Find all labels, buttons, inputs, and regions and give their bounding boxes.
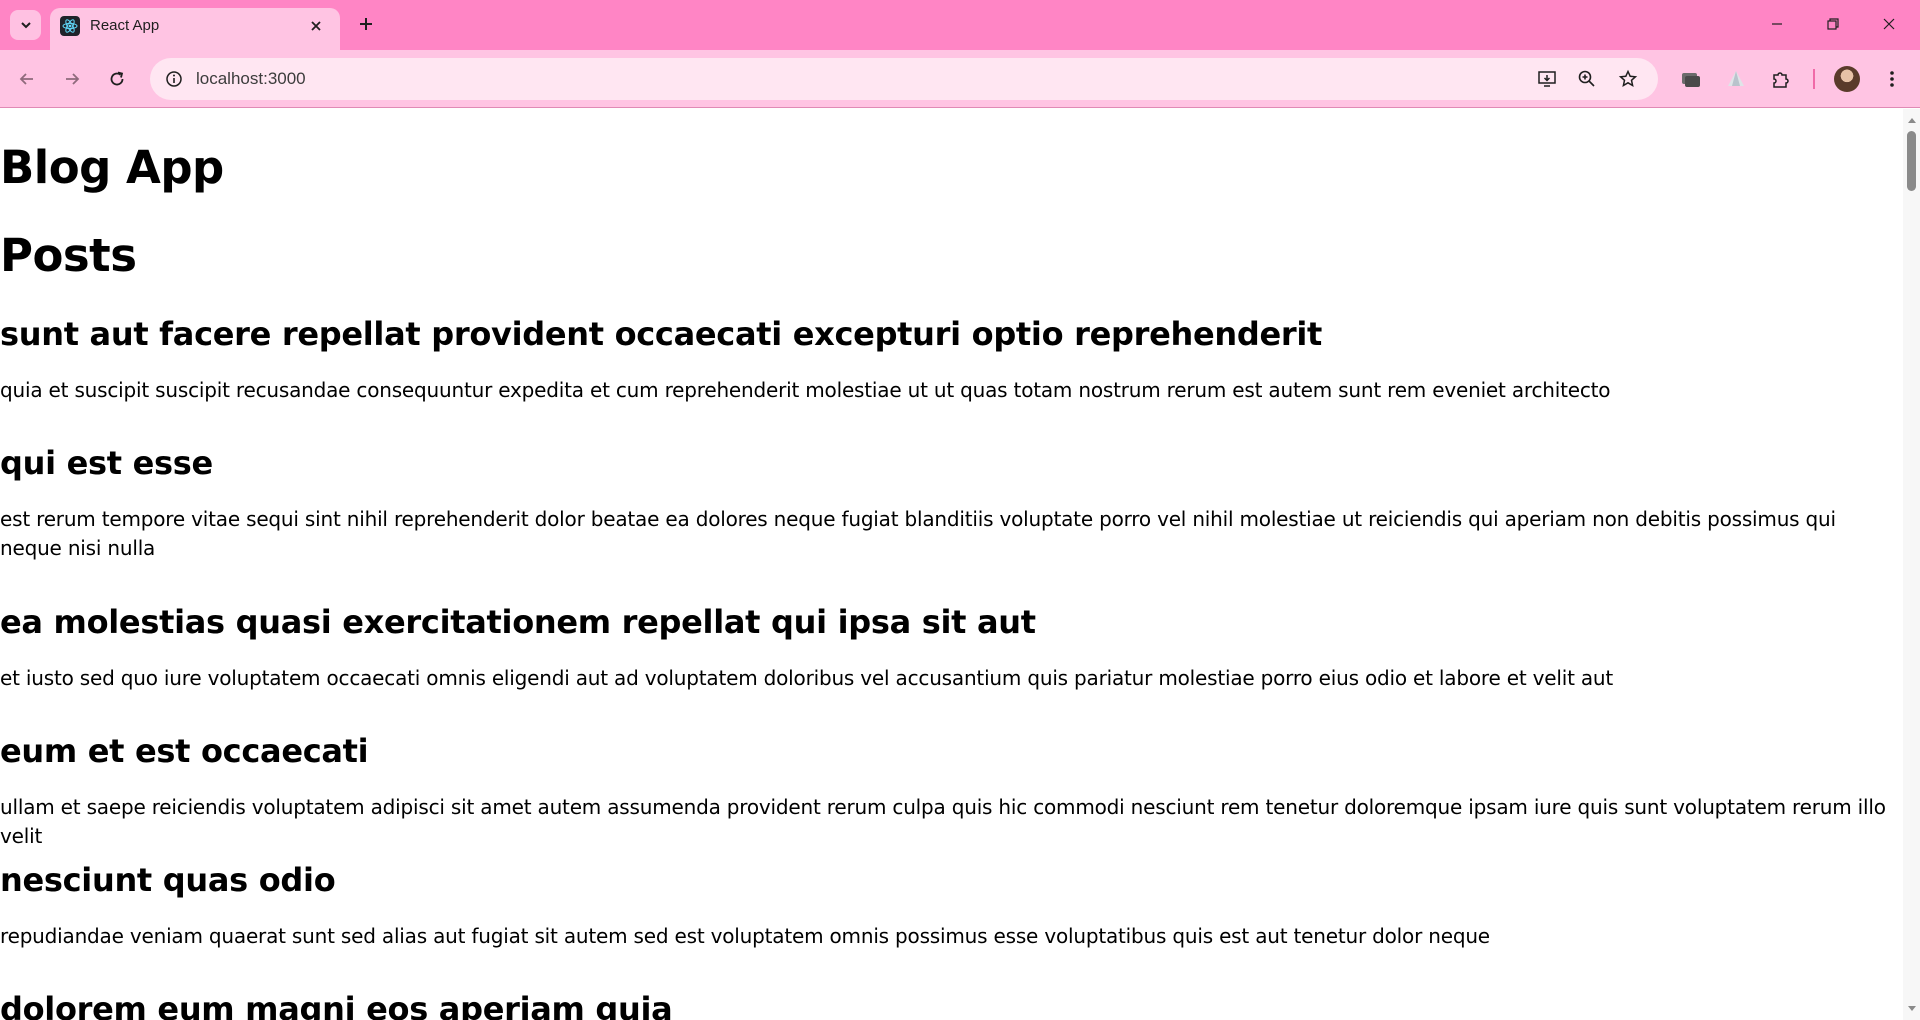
- post-item: sunt aut facere repellat provident occae…: [0, 314, 1900, 405]
- post-title: sunt aut facere repellat provident occae…: [0, 315, 1323, 353]
- reload-button[interactable]: [101, 63, 133, 95]
- browser-toolbar: localhost:3000: [0, 50, 1920, 108]
- extension-triangle-icon: [1728, 71, 1744, 86]
- close-icon: [311, 21, 321, 31]
- post-title: nesciunt quas odio: [0, 861, 336, 899]
- page-viewport: Blog App Posts sunt aut facere repellat …: [0, 109, 1903, 1020]
- react-logo-icon: [60, 16, 80, 36]
- post-body: est rerum tempore vitae sequi sint nihil…: [0, 507, 1836, 560]
- extension-button-2[interactable]: [1720, 63, 1752, 95]
- post-title: ea molestias quasi exercitationem repell…: [0, 603, 1036, 641]
- install-app-icon: [1538, 71, 1556, 87]
- post-item: ea molestias quasi exercitationem repell…: [0, 602, 1900, 693]
- plus-icon: [360, 18, 372, 30]
- reload-icon: [110, 71, 124, 86]
- post-body: quia et suscipit suscipit recusandae con…: [0, 378, 1611, 402]
- tab-title: React App: [90, 17, 160, 34]
- post-item: qui est esse est rerum tempore vitae seq…: [0, 443, 1900, 563]
- extension-cards-icon: [1682, 73, 1700, 87]
- posts-heading: Posts: [0, 229, 137, 282]
- forward-button[interactable]: [56, 63, 88, 95]
- scroll-thumb[interactable]: [1907, 131, 1916, 191]
- back-button[interactable]: [11, 63, 43, 95]
- close-icon: [1883, 18, 1895, 30]
- arrow-left-icon: [19, 73, 33, 85]
- site-info-button[interactable]: [162, 67, 186, 91]
- extensions-button[interactable]: [1765, 63, 1797, 95]
- restore-icon: [1827, 18, 1839, 30]
- toolbar-divider: [1813, 69, 1815, 89]
- post-item: dolorem eum magni eos aperiam quia: [0, 989, 1900, 1020]
- puzzle-icon: [1773, 72, 1789, 88]
- url-text[interactable]: localhost:3000: [196, 68, 306, 90]
- browser-tab[interactable]: React App: [50, 8, 340, 50]
- close-tab-button[interactable]: [306, 16, 326, 36]
- info-icon: [166, 71, 182, 87]
- app-title: Blog App: [0, 141, 224, 194]
- tab-search-button[interactable]: [10, 10, 41, 40]
- extension-button-1[interactable]: [1675, 63, 1707, 95]
- page-scrollbar[interactable]: [1903, 109, 1920, 1020]
- post-title: dolorem eum magni eos aperiam quia: [0, 990, 673, 1020]
- post-body: repudiandae veniam quaerat sunt sed alia…: [0, 924, 1490, 948]
- minimize-icon: [1772, 23, 1782, 25]
- post-title: qui est esse: [0, 444, 213, 482]
- post-item: eum et est occaecati ullam et saepe reic…: [0, 731, 1900, 851]
- post-body: ullam et saepe reiciendis voluptatem adi…: [0, 795, 1886, 848]
- zoom-button[interactable]: [1575, 67, 1599, 91]
- triangle-down-icon: [1907, 1006, 1916, 1011]
- scroll-down-button[interactable]: [1906, 1002, 1917, 1016]
- post-title: eum et est occaecati: [0, 732, 369, 770]
- kebab-menu-icon: [1890, 71, 1894, 87]
- new-tab-button[interactable]: [352, 10, 380, 38]
- minimize-button[interactable]: [1755, 4, 1799, 44]
- zoom-icon: [1578, 70, 1595, 87]
- restore-button[interactable]: [1811, 4, 1855, 44]
- chevron-down-icon: [20, 22, 31, 29]
- scroll-up-button[interactable]: [1906, 113, 1917, 127]
- install-app-button[interactable]: [1535, 67, 1559, 91]
- bookmark-button[interactable]: [1616, 67, 1640, 91]
- browser-menu-button[interactable]: [1876, 63, 1908, 95]
- address-bar[interactable]: localhost:3000: [150, 58, 1658, 100]
- profile-avatar[interactable]: [1834, 66, 1860, 92]
- star-icon: [1618, 69, 1638, 88]
- post-item: nesciunt quas odio repudiandae veniam qu…: [0, 860, 1900, 951]
- window-close-button[interactable]: [1867, 4, 1911, 44]
- post-body: et iusto sed quo iure voluptatem occaeca…: [0, 666, 1614, 690]
- triangle-up-icon: [1907, 118, 1916, 123]
- tab-strip: React App: [0, 0, 1920, 50]
- arrow-right-icon: [66, 73, 80, 85]
